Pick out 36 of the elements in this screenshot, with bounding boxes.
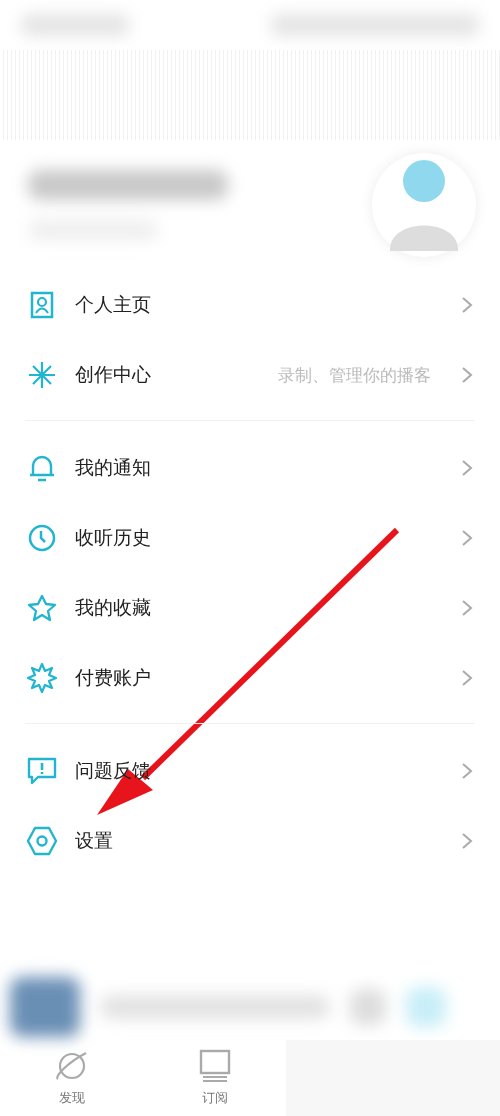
menu-item[interactable]: 我的通知 [25,433,475,503]
menu-item[interactable]: 付费账户 [25,643,475,713]
blurred-area [10,977,80,1037]
settings-icon [26,826,58,856]
menu-label: 收听历史 [75,525,152,550]
menu-item[interactable]: 收听历史 [25,503,475,573]
menu-item[interactable]: 个人主页 [25,270,475,340]
chevron-icon [461,366,473,384]
blurred-area [406,987,446,1027]
badge-star-icon [27,663,57,693]
chevron-icon [461,762,473,780]
chevron-icon [461,529,473,547]
blurred-area [350,989,386,1025]
clock-icon [28,524,56,552]
chevron-icon [461,296,473,314]
menu-item[interactable]: 创作中心 录制、管理你的播客 [25,340,475,410]
asterisk-icon [27,360,57,390]
chevron-icon [461,832,473,850]
chevron-icon [461,669,473,687]
star-icon [27,594,57,622]
feedback-icon [27,757,57,785]
avatar-icon [388,159,460,251]
menu-label: 设置 [75,828,114,853]
menu-label: 个人主页 [75,292,152,317]
menu-label: 创作中心 [75,362,152,387]
chevron-icon [461,599,473,617]
monitor-icon [198,1049,231,1083]
menu-label: 付费账户 [75,665,152,690]
menu-item[interactable]: 我的收藏 [25,573,475,643]
menu-label: 我的收藏 [75,595,152,620]
menu-label: 我的通知 [75,455,152,480]
chevron-icon [461,459,473,477]
profile-card-icon [30,291,54,319]
menu-hint: 录制、管理你的播客 [278,363,431,387]
menu-item[interactable]: 设置 [25,806,475,876]
bell-icon [28,453,56,483]
